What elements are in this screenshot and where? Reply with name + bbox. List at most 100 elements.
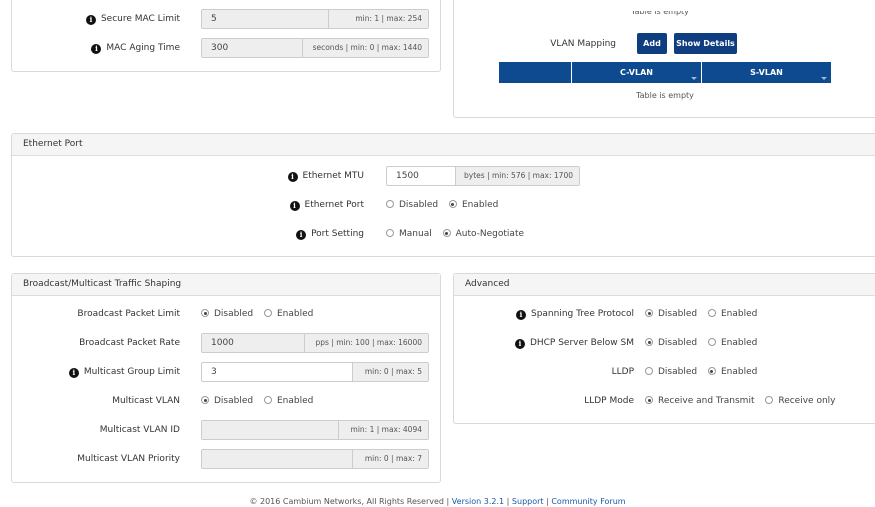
radio-selected-icon[interactable] [442,229,451,237]
column-header-blank[interactable] [499,62,572,83]
secure-mac-limit-label: i Secure MAC Limit [85,9,180,29]
radio-icon[interactable] [386,200,394,208]
ethernet-mtu-row: i Ethernet MTU 1500 bytes | min: 576 | ma… [0,166,875,186]
mac-aging-time-row: i MAC Aging Time 300 seconds | min: 0 | m… [0,38,440,58]
broadcast-packet-limit-label: Broadcast Packet Limit [77,309,180,319]
mac-aging-time-input[interactable]: 300 seconds | min: 0 | max: 1440 [201,38,429,58]
broadcast-packet-rate-row: Broadcast Packet Rate 1000 pps | min: 10… [0,333,440,353]
secure-mac-limit-input[interactable]: 5 min: 1 | max: 254 [201,9,429,29]
multicast-vlan-disabled-option[interactable]: Disabled [201,396,253,406]
column-header-s-vlan[interactable]: S-VLAN [702,62,831,83]
dhcp-enabled-option[interactable]: Enabled [707,338,757,348]
lldp-mode-row: LLDP Mode Receive and Transmit Receive o… [440,391,875,411]
radio-selected-icon[interactable] [707,367,716,375]
footer-separator: | [506,497,510,506]
radio-icon[interactable] [263,309,272,317]
info-icon[interactable]: i [68,368,79,378]
lldp-mode-radio-group: Receive and Transmit Receive only [645,391,843,411]
info-icon[interactable]: i [515,310,526,320]
info-icon[interactable]: i [296,230,307,240]
footer-copyright: © 2016 Cambium Networks, All Rights Rese… [249,497,450,506]
add-button[interactable]: Add [637,33,667,54]
mac-aging-time-label: i MAC Aging Time [91,38,180,58]
spanning-tree-label: i Spanning Tree Protocol [515,304,634,324]
radio-icon[interactable] [263,396,272,404]
multicast-vlan-priority-label: Multicast VLAN Priority [77,454,180,464]
broadcast-packet-limit-radio-group: Disabled Enabled [201,304,321,324]
dhcp-disabled-option[interactable]: Disabled [645,338,697,348]
footer-support-link[interactable]: Support [512,497,544,506]
port-setting-row: i Port Setting Manual Auto-Negotiate [0,224,875,244]
radio-selected-icon[interactable] [448,200,457,208]
info-icon[interactable]: i [289,201,300,211]
radio-selected-icon[interactable] [645,396,653,404]
radio-selected-icon[interactable] [201,309,209,317]
multicast-group-limit-row: i Multicast Group Limit 3 min: 0 | max: 5 [0,362,440,382]
ethernet-port-label: i Ethernet Port [289,195,364,215]
port-setting-manual-option[interactable]: Manual [386,229,432,239]
lldp-enabled-option[interactable]: Enabled [707,367,757,377]
radio-icon[interactable] [707,338,716,346]
spanning-tree-radio-group: Disabled Enabled [645,304,765,324]
multicast-vlan-priority-row: Multicast VLAN Priority min: 0 | max: 7 [0,449,440,469]
broadcast-multicast-title: Broadcast/Multicast Traffic Shaping [12,274,440,296]
vlan-mapping-table-header: C-VLAN S-VLAN [499,62,831,83]
lldp-mode-receive-transmit-option[interactable]: Receive and Transmit [645,396,754,406]
sort-caret-icon [691,77,697,80]
lldp-radio-group: Disabled Enabled [645,362,765,382]
multicast-vlan-enabled-option[interactable]: Enabled [263,396,313,406]
lldp-disabled-option[interactable]: Disabled [645,367,697,377]
radio-icon[interactable] [386,229,394,237]
multicast-vlan-radio-group: Disabled Enabled [201,391,321,411]
multicast-group-limit-input[interactable]: 3 min: 0 | max: 5 [201,362,429,382]
dhcp-server-row: i DHCP Server Below SM Disabled Enabled [440,333,875,353]
ethernet-mtu-label: i Ethernet MTU [287,166,364,186]
broadcast-packet-limit-row: Broadcast Packet Limit Disabled Enabled [0,304,440,324]
info-icon[interactable]: i [91,44,102,54]
port-setting-label: i Port Setting [296,224,364,244]
radio-icon[interactable] [707,309,716,317]
show-details-button[interactable]: Show Details [674,33,737,54]
broadcast-limit-enabled-option[interactable]: Enabled [263,309,313,319]
broadcast-limit-disabled-option[interactable]: Disabled [201,309,253,319]
info-icon[interactable]: i [85,15,96,25]
radio-icon[interactable] [765,396,774,404]
broadcast-packet-rate-input[interactable]: 1000 pps | min: 100 | max: 16000 [201,333,429,353]
footer-separator: | [546,497,549,506]
footer: © 2016 Cambium Networks, All Rights Rese… [0,497,875,506]
multicast-vlan-priority-input[interactable]: min: 0 | max: 7 [201,449,429,469]
sort-caret-icon [821,77,827,80]
ethernet-port-enabled-option[interactable]: Enabled [448,200,498,210]
table-empty-text: Table is empty [636,91,694,100]
lldp-mode-receive-only-option[interactable]: Receive only [765,396,835,406]
radio-selected-icon[interactable] [645,338,653,346]
ethernet-port-row: i Ethernet Port Disabled Enabled [0,195,875,215]
info-icon[interactable]: i [514,339,525,349]
multicast-vlan-row: Multicast VLAN Disabled Enabled [0,391,440,411]
radio-icon[interactable] [645,367,653,375]
stp-disabled-option[interactable]: Disabled [645,309,697,319]
ethernet-port-disabled-option[interactable]: Disabled [386,200,438,210]
broadcast-packet-rate-label: Broadcast Packet Rate [79,338,180,348]
port-setting-auto-negotiate-option[interactable]: Auto-Negotiate [442,229,524,239]
multicast-group-limit-label: i Multicast Group Limit [68,362,180,382]
footer-community-forum-link[interactable]: Community Forum [551,497,625,506]
column-header-c-vlan[interactable]: C-VLAN [572,62,702,83]
multicast-vlan-label: Multicast VLAN [112,396,180,406]
lldp-mode-label: LLDP Mode [584,396,634,406]
radio-selected-icon[interactable] [201,396,209,404]
info-icon[interactable]: i [287,172,298,182]
footer-version-link[interactable]: Version 3.2.1 [452,497,504,506]
dhcp-server-label: i DHCP Server Below SM [514,333,634,353]
vlan-mapping-panel [453,0,875,118]
lldp-row: LLDP Disabled Enabled [440,362,875,382]
secure-mac-limit-row: i Secure MAC Limit 5 min: 1 | max: 254 [0,9,440,29]
ethernet-port-radio-group: Disabled Enabled [386,195,506,215]
multicast-vlan-id-input[interactable]: min: 1 | max: 4094 [201,420,429,440]
multicast-vlan-id-row: Multicast VLAN ID min: 1 | max: 4094 [0,420,440,440]
advanced-title: Advanced [454,274,875,296]
stp-enabled-option[interactable]: Enabled [707,309,757,319]
ethernet-mtu-input[interactable]: 1500 bytes | min: 576 | max: 1700 [386,166,580,186]
spanning-tree-row: i Spanning Tree Protocol Disabled Enabled [440,304,875,324]
radio-selected-icon[interactable] [645,309,653,317]
